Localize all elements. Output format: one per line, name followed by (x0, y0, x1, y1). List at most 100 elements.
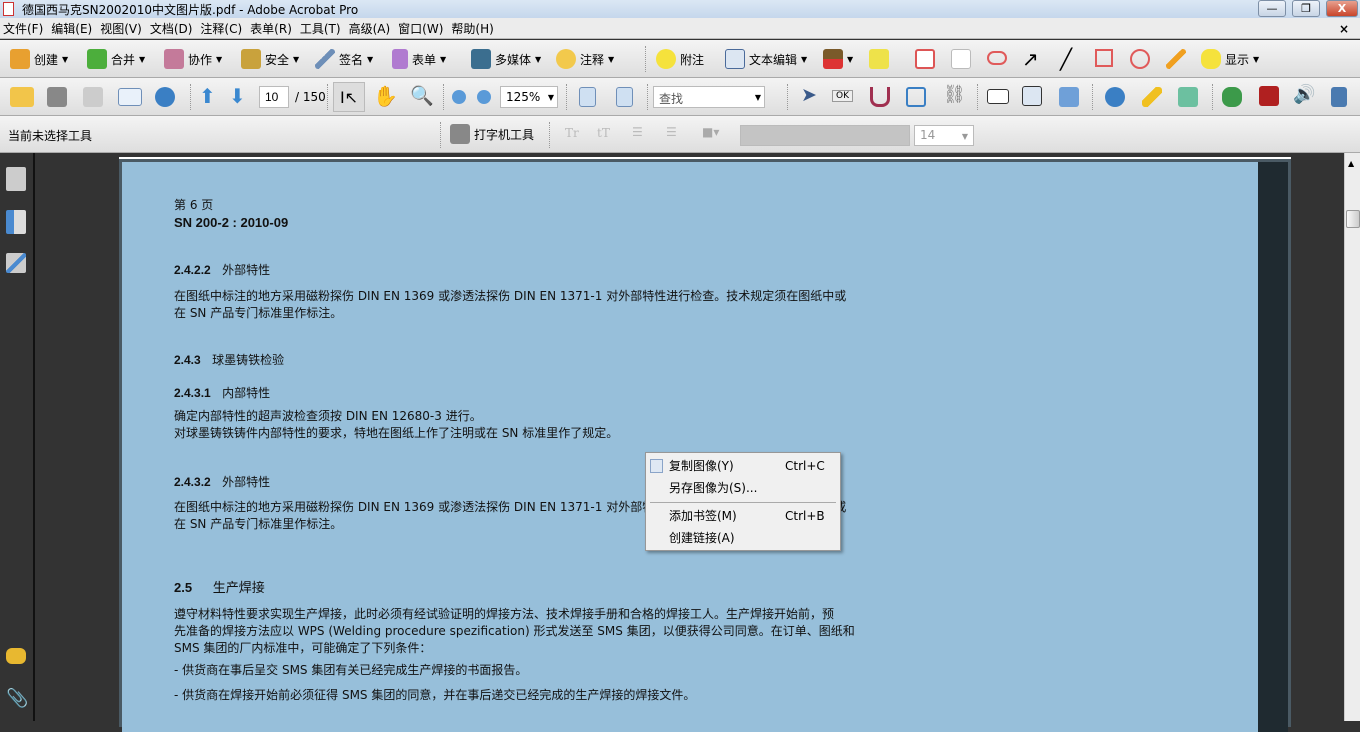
zoom-level-select[interactable]: 125% ▼ (500, 86, 558, 108)
minimize-button[interactable]: — (1258, 0, 1286, 17)
arrow-tool-icon[interactable]: ↗ (1022, 47, 1039, 71)
signatures-panel-icon[interactable] (6, 253, 26, 273)
menu-edit[interactable]: 编辑(E) (48, 18, 97, 37)
menu-file[interactable]: 文件(F) (0, 18, 48, 37)
crop-tool-icon[interactable] (906, 87, 926, 107)
scroll-up-arrow-icon[interactable]: ▲ (1348, 159, 1354, 168)
sticky-note-button[interactable]: 附注 (656, 49, 704, 69)
previous-page-icon[interactable]: ⬆ (199, 84, 216, 108)
page-number-tool-icon[interactable] (1022, 86, 1042, 106)
separator (443, 84, 444, 110)
bookmarks-panel-icon[interactable] (6, 210, 26, 234)
pencil-icon[interactable] (1166, 49, 1186, 69)
restore-button[interactable]: ❐ (1292, 0, 1320, 17)
font-size-select: 14 ▼ (914, 125, 974, 146)
comment-button[interactable]: 注释 ▼ (556, 49, 614, 69)
combine-button[interactable]: 合并 ▼ (87, 49, 145, 69)
stamp-icon (823, 49, 843, 69)
marquee-zoom-icon[interactable]: 🔍 (410, 84, 434, 107)
document-id: SN 200-2 : 2010-09 (174, 215, 289, 230)
text-field-tool-icon[interactable] (987, 89, 1009, 104)
sign-button[interactable]: 签名 ▼ (315, 49, 373, 69)
section-heading: 2.4.3.1 内部特性 (174, 385, 270, 402)
text-edit-button[interactable]: 文本编辑 ▼ (725, 49, 807, 69)
bullet-item: - 供货商在焊接开始前必须征得 SMS 集团的同意，并在事后递交已经完成的生产焊… (174, 688, 696, 702)
menu-advanced[interactable]: 高级(A) (346, 18, 396, 37)
stamp-button[interactable]: ▼ (823, 49, 853, 69)
web-upload-icon[interactable] (155, 87, 175, 107)
multimedia-icon (471, 49, 491, 69)
combine-icon (87, 49, 107, 69)
menu-item-label: 添加书签(M) (669, 509, 737, 523)
context-menu-create-link[interactable]: 创建链接(A) (646, 527, 840, 549)
hand-tool-icon[interactable]: ✋ (373, 84, 398, 108)
grid-icon[interactable] (1178, 87, 1198, 107)
menu-document[interactable]: 文档(D) (147, 18, 198, 37)
secure-button[interactable]: 安全 ▼ (241, 49, 299, 69)
fit-width-icon[interactable] (579, 87, 596, 107)
line-tool-icon[interactable]: ╱ (1060, 47, 1072, 71)
fit-page-icon[interactable] (616, 87, 633, 107)
text-edit-label: 文本编辑 (749, 52, 798, 67)
measure-ruler-icon[interactable] (1142, 87, 1162, 107)
cloud-icon[interactable] (987, 51, 1007, 65)
collaborate-button[interactable]: 协作 ▼ (164, 49, 222, 69)
search-input[interactable]: 查找 ▼ (653, 86, 765, 108)
context-menu: 复制图像(Y) Ctrl+C 另存图像为(S)... 添加书签(M) Ctrl+B … (645, 452, 841, 551)
rectangle-tool-icon[interactable] (1095, 49, 1113, 67)
scrollbar-thumb[interactable] (1346, 210, 1360, 228)
close-button[interactable]: X (1326, 0, 1358, 17)
print-icon[interactable] (47, 87, 67, 107)
vertical-scrollbar[interactable]: ▲ (1344, 153, 1360, 721)
flash-tool-icon[interactable] (1259, 86, 1279, 106)
link-tool-icon[interactable]: ⛓ (943, 84, 966, 105)
dropdown-arrow-icon: ▼ (547, 93, 554, 102)
forms-button[interactable]: 表单 ▼ (392, 49, 446, 69)
sound-tool-icon[interactable]: 🔊 (1293, 84, 1315, 105)
close-document-icon[interactable]: × (1336, 20, 1354, 36)
multimedia-button[interactable]: 多媒体 ▼ (471, 49, 541, 69)
section-number: 2.4.3.2 (174, 475, 211, 489)
email-icon[interactable] (118, 88, 142, 106)
edit-form-icon[interactable] (1059, 87, 1079, 107)
object-select-icon[interactable]: ➤ (801, 84, 817, 106)
attachments-panel-icon[interactable]: 📎 (6, 688, 28, 712)
menu-tools[interactable]: 工具(T) (297, 18, 346, 37)
next-page-icon[interactable]: ⬇ (229, 84, 246, 108)
dropdown-arrow-icon: ▼ (216, 54, 223, 64)
save-icon[interactable] (83, 87, 103, 107)
button-tool-icon[interactable]: OK (832, 90, 853, 102)
pages-panel-icon[interactable] (6, 167, 26, 191)
open-folder-icon[interactable] (10, 87, 34, 107)
callout-icon[interactable] (915, 49, 935, 69)
text-box-icon[interactable] (951, 49, 971, 69)
article-tool-icon[interactable] (870, 87, 890, 107)
current-tool-status: 当前未选择工具 (8, 129, 93, 143)
video-tool-icon[interactable] (1331, 87, 1347, 107)
zoom-in-icon[interactable] (477, 90, 491, 104)
highlight-text-icon[interactable] (869, 49, 889, 69)
separator (787, 84, 788, 110)
3d-tool-icon[interactable] (1222, 87, 1242, 107)
typewriter-button[interactable]: 打字机工具 (450, 124, 534, 144)
show-button[interactable]: 显示 ▼ (1201, 49, 1259, 69)
comments-panel-icon[interactable] (6, 648, 26, 664)
select-tool-icon[interactable]: I↖ (333, 82, 365, 112)
menu-comments[interactable]: 注释(C) (197, 18, 247, 37)
text-color-icon: ■▾ (702, 125, 720, 139)
context-menu-copy-image[interactable]: 复制图像(Y) Ctrl+C (646, 455, 840, 477)
context-menu-save-image-as[interactable]: 另存图像为(S)... (646, 477, 840, 499)
zoom-out-icon[interactable] (452, 90, 466, 104)
oval-tool-icon[interactable] (1130, 49, 1150, 69)
create-button[interactable]: 创建 ▼ (10, 49, 68, 69)
context-menu-add-bookmark[interactable]: 添加书签(M) Ctrl+B (646, 505, 840, 527)
page-number-input[interactable] (259, 86, 289, 108)
forms-label: 表单 (412, 52, 437, 67)
menu-view[interactable]: 视图(V) (97, 18, 147, 37)
menu-window[interactable]: 窗口(W) (395, 18, 448, 37)
menu-forms[interactable]: 表单(R) (247, 18, 297, 37)
menu-help[interactable]: 帮助(H) (448, 18, 498, 37)
object-data-tool-icon[interactable] (1105, 87, 1125, 107)
title-bar: 德国西马克SN2002010中文图片版.pdf - Adobe Acrobat … (0, 0, 1360, 18)
paragraph-line: 对球墨铸铁铸件内部特性的要求，特地在图纸上作了注明或在 SN 标准里作了规定。 (174, 426, 619, 440)
